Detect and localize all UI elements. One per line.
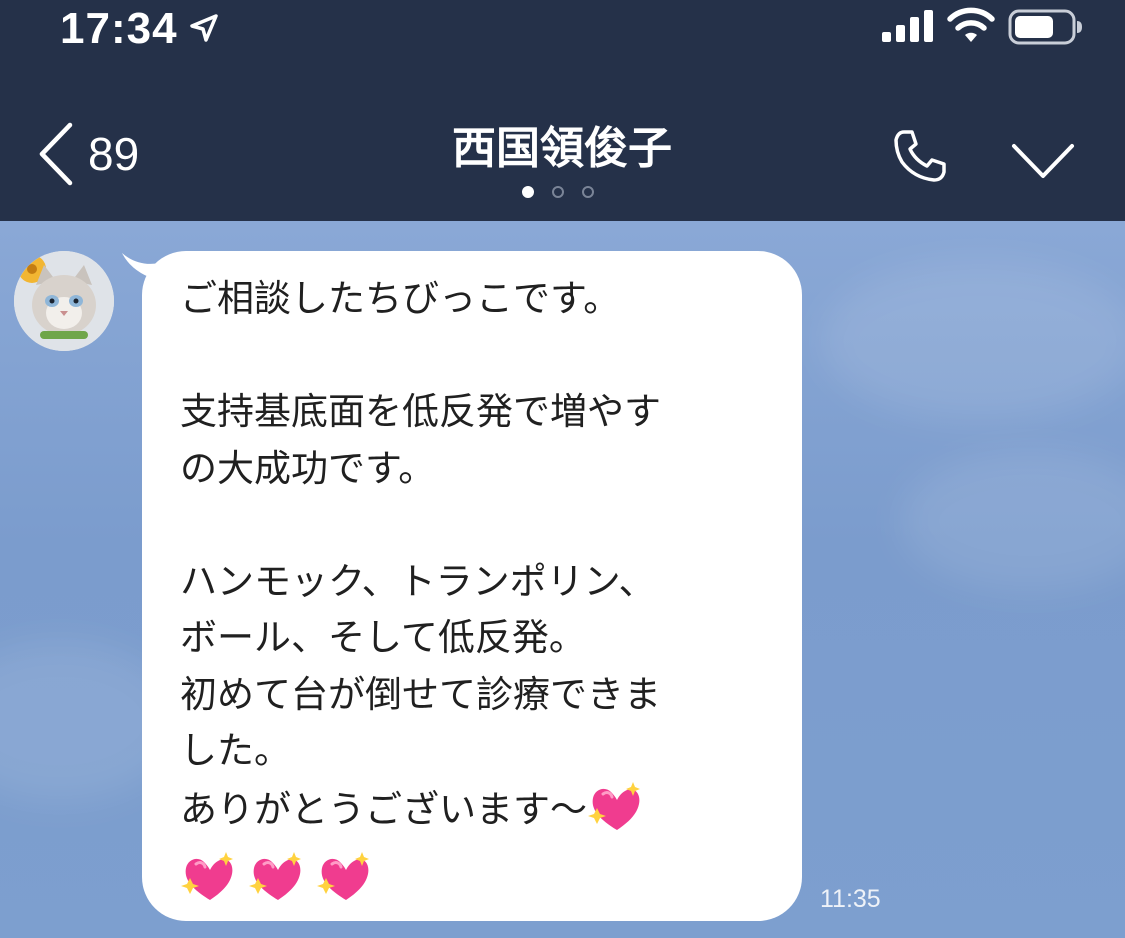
chat-header: 17:34 89 西国領俊子: [0, 0, 1125, 221]
phone-icon[interactable]: [890, 126, 950, 186]
chat-title: 西国領俊子: [452, 123, 672, 174]
avatar[interactable]: [14, 251, 114, 351]
page-dot: [582, 186, 594, 198]
chat-area: ご相談したちびっこです。 支持基底面を低反発で増やす の大成功です。 ハンモック…: [0, 221, 1125, 938]
sparkling-heart-icon: [249, 852, 301, 900]
battery-icon: [1008, 9, 1082, 45]
location-arrow-icon: [190, 14, 218, 42]
status-time: 17:34: [60, 4, 178, 53]
message-text: ご相談したちびっこです。 支持基底面を低反発で増やす の大成功です。 ハンモック…: [180, 271, 772, 921]
cellular-signal-icon: [882, 10, 933, 42]
unread-count: 89: [88, 128, 140, 180]
page-dot: [552, 186, 564, 198]
message-body: ご相談したちびっこです。 支持基底面を低反発で増やす の大成功です。 ハンモック…: [180, 277, 661, 831]
message-time: 11:35: [820, 885, 881, 913]
back-button[interactable]: 89: [36, 118, 139, 190]
chevron-down-icon[interactable]: [1010, 140, 1076, 182]
message-bubble[interactable]: ご相談したちびっこです。 支持基底面を低反発で増やす の大成功です。 ハンモック…: [142, 251, 802, 921]
page-indicator: [522, 186, 594, 198]
wifi-icon: [947, 7, 995, 42]
chevron-left-icon: [39, 122, 73, 186]
sparkling-heart-icon: [588, 781, 640, 830]
heart-emoji-row: [180, 850, 384, 921]
heart-emoji-inline: [587, 780, 655, 851]
sparkling-heart-icon: [317, 852, 369, 900]
page-dot: [522, 186, 534, 198]
sparkling-heart-icon: [181, 852, 233, 900]
cat-avatar-icon: [14, 251, 114, 351]
